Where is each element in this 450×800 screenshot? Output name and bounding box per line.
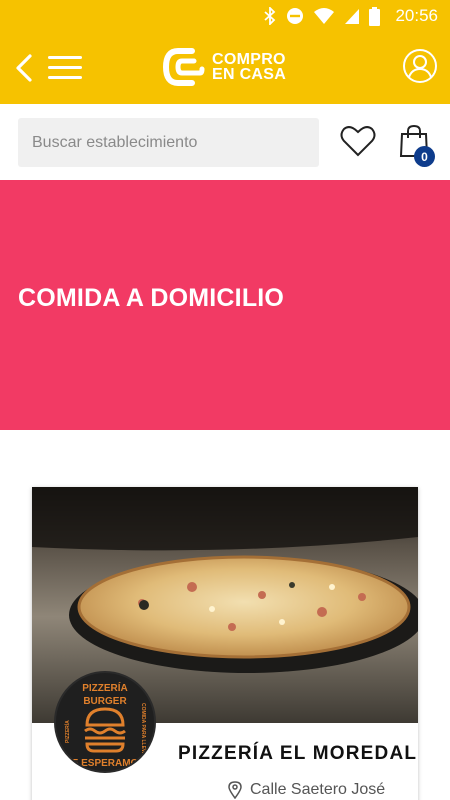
back-button[interactable]	[12, 50, 36, 86]
logo-text-right: COMIDA PARA LLEVAR	[140, 703, 146, 759]
back-arrow-icon	[16, 54, 32, 82]
brand-line-2: EN CASA	[212, 66, 287, 83]
profile-button[interactable]	[402, 48, 438, 84]
bluetooth-icon	[264, 7, 276, 25]
favorites-button[interactable]	[340, 124, 376, 158]
status-time: 20:56	[395, 6, 438, 25]
menu-button[interactable]	[48, 52, 84, 82]
brand-line-1: COMPRO	[212, 51, 286, 68]
cart-count-badge: 0	[414, 146, 435, 167]
establishment-logo: PIZZERÍA BURGER PIZZERÍA COMIDA PARA LLE…	[54, 671, 156, 773]
brand-name: COMPRO EN CASA	[212, 51, 287, 83]
signal-icon	[345, 9, 360, 24]
hero-banner: COMIDA A DOMICILIO	[0, 180, 450, 430]
app-header: COMPRO EN CASA	[0, 32, 450, 104]
brand-logo[interactable]: COMPRO EN CASA	[162, 46, 286, 88]
profile-icon	[403, 49, 437, 83]
do-not-disturb-icon	[287, 8, 304, 24]
brand-logo-icon	[162, 48, 205, 86]
wifi-icon	[314, 8, 335, 24]
cart-button[interactable]: 0	[398, 124, 436, 167]
establishment-name: PIZZERÍA EL MOREDAL	[178, 743, 418, 764]
status-icons: 20:56	[263, 0, 438, 32]
hero-title: COMIDA A DOMICILIO	[18, 284, 285, 312]
logo-text-mid: BURGER	[83, 696, 127, 707]
status-bar: 20:56	[0, 0, 450, 32]
search-input[interactable]	[18, 118, 319, 167]
establishment-card[interactable]: PIZZERÍA BURGER PIZZERÍA COMIDA PARA LLE…	[32, 487, 418, 800]
search-row: 0	[0, 104, 450, 180]
battery-icon	[369, 6, 381, 26]
burger-logo-icon: PIZZERÍA BURGER PIZZERÍA COMIDA PARA LLE…	[63, 681, 146, 769]
establishment-address: Calle Saetero José	[250, 781, 386, 798]
location-pin-icon	[228, 781, 242, 799]
heart-icon	[340, 126, 376, 157]
logo-text-bottom: E ESPERAMO	[72, 758, 139, 769]
establishment-address-row: Calle Saetero José	[228, 781, 385, 799]
logo-text-top: PIZZERÍA	[82, 681, 128, 694]
logo-text-left: PIZZERÍA	[63, 720, 71, 743]
